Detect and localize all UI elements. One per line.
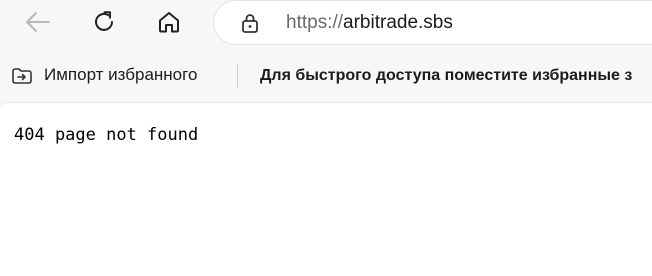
- home-button[interactable]: [151, 6, 187, 38]
- import-favorites-label: Импорт избранного: [44, 65, 198, 84]
- url-text[interactable]: https://arbitrade.sbs: [286, 11, 453, 35]
- page-content: 404 page not found: [0, 102, 652, 276]
- error-message: 404 page not found: [14, 125, 199, 145]
- import-favorites-icon: [12, 68, 32, 84]
- refresh-button[interactable]: [86, 6, 122, 38]
- browser-toolbar: https://arbitrade.sbs: [0, 0, 652, 46]
- favorites-divider: [237, 64, 238, 88]
- home-icon: [159, 12, 179, 33]
- url-scheme: https://: [286, 12, 344, 33]
- favorites-bar: Импорт избранного Для быстрого доступа п…: [0, 54, 652, 94]
- address-bar[interactable]: https://arbitrade.sbs: [213, 0, 652, 45]
- arrow-left-icon: [26, 12, 50, 32]
- url-host: arbitrade.sbs: [343, 12, 453, 33]
- favorites-hint: Для быстрого доступа поместите избранные…: [260, 67, 633, 84]
- refresh-icon: [95, 11, 113, 31]
- import-favorites-button[interactable]: Импорт избранного: [10, 62, 197, 88]
- back-button[interactable]: [20, 6, 56, 38]
- lock-icon[interactable]: [238, 11, 262, 35]
